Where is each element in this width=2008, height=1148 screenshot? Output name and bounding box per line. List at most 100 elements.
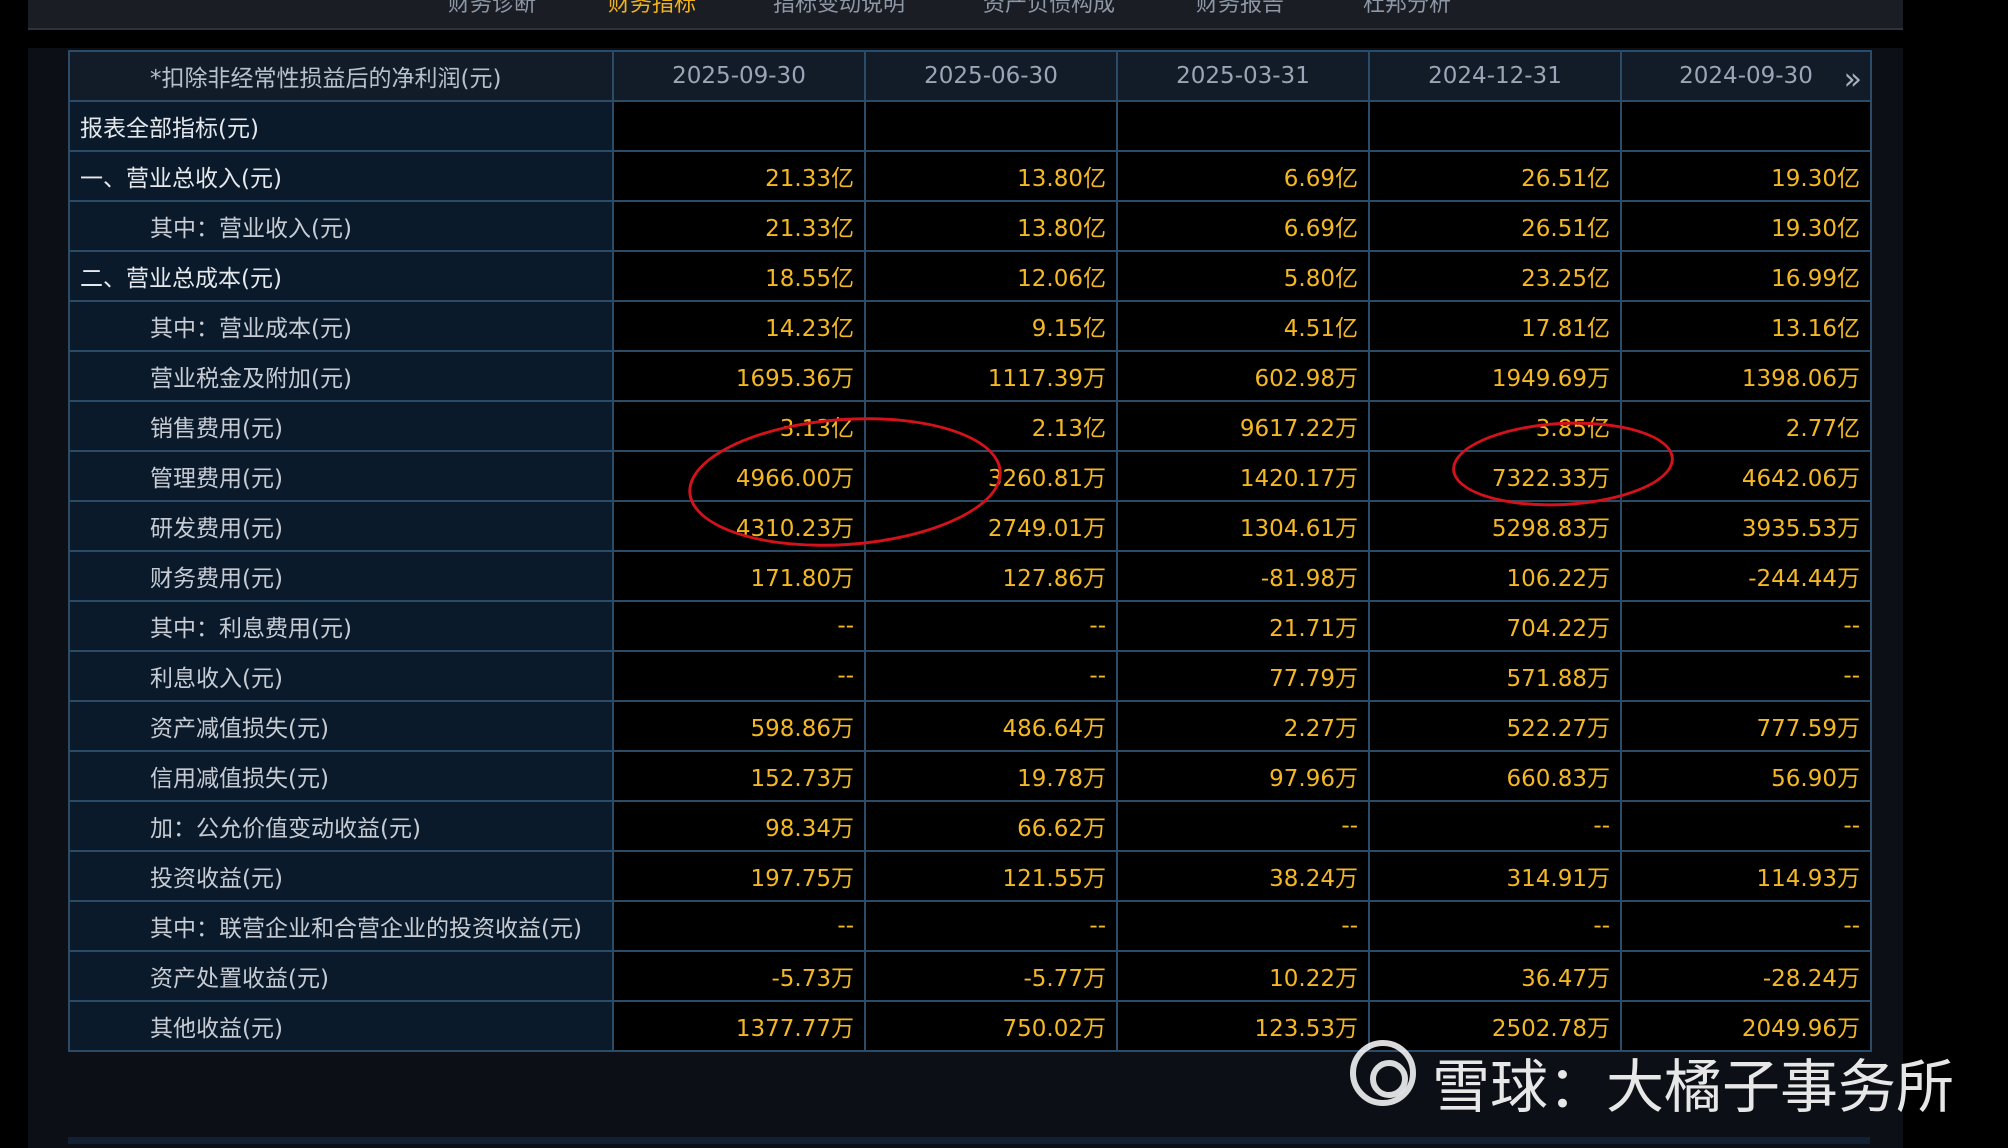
value-cell: 5298.83万 — [1368, 500, 1622, 552]
value-cell: 19.78万 — [864, 750, 1118, 802]
row-label: 其中：利息费用(元) — [68, 600, 614, 652]
period-column-header: 2024-12-31 — [1368, 50, 1622, 102]
value-cell: 1117.39万 — [864, 350, 1118, 402]
period-column-header: 2025-09-30 — [612, 50, 866, 102]
table-row: 一、营业总收入(元) 21.33亿 13.80亿 6.69亿 26.51亿 19.30亿 — [68, 150, 1872, 202]
value-cell: 6.69亿 — [1116, 200, 1370, 252]
value-cell: 750.02万 — [864, 1000, 1118, 1052]
value-cell: 19.30亿 — [1620, 200, 1872, 252]
value-cell: 98.34万 — [612, 800, 866, 852]
value-cell: 197.75万 — [612, 850, 866, 902]
value-cell: 18.55亿 — [612, 250, 866, 302]
tab-financial-indicators[interactable]: 财务指标 — [608, 0, 696, 18]
table-row: 利息收入(元) -- -- 77.79万 571.88万 -- — [68, 650, 1872, 702]
value-cell: 314.91万 — [1368, 850, 1622, 902]
value-cell: -5.73万 — [612, 950, 866, 1002]
row-label: 其中：营业收入(元) — [68, 200, 614, 252]
value-cell: -- — [1620, 900, 1872, 952]
value-cell: 4.51亿 — [1116, 300, 1370, 352]
tab-asset-liability-structure[interactable]: 资产负债构成 — [983, 0, 1115, 18]
value-cell: 12.06亿 — [864, 250, 1118, 302]
value-cell: -28.24万 — [1620, 950, 1872, 1002]
value-cell: 10.22万 — [1116, 950, 1370, 1002]
table-row: 其中：利息费用(元) -- -- 21.71万 704.22万 -- — [68, 600, 1872, 652]
value-cell: 152.73万 — [612, 750, 866, 802]
value-cell: 106.22万 — [1368, 550, 1622, 602]
table-row: 其中：联营企业和合营企业的投资收益(元) -- -- -- -- -- — [68, 900, 1872, 952]
value-cell: 13.80亿 — [864, 200, 1118, 252]
value-cell: 1304.61万 — [1116, 500, 1370, 552]
value-cell — [1116, 100, 1370, 152]
value-cell — [864, 100, 1118, 152]
table-row: 投资收益(元) 197.75万 121.55万 38.24万 314.91万 114.93… — [68, 850, 1872, 902]
value-cell: 36.47万 — [1368, 950, 1622, 1002]
value-cell: 1398.06万 — [1620, 350, 1872, 402]
value-cell: -- — [864, 650, 1118, 702]
value-cell: 1377.77万 — [612, 1000, 866, 1052]
value-cell — [1620, 100, 1872, 152]
table-next-row-edge — [68, 1137, 1870, 1144]
period-column-header-last: 2024-09-30 » — [1620, 50, 1872, 102]
table-header-row: *扣除非经常性损益后的净利润(元) 2025-09-30 2025-06-30 … — [68, 50, 1872, 102]
row-label: 资产减值损失(元) — [68, 700, 614, 752]
table-row: 资产处置收益(元) -5.73万 -5.77万 10.22万 36.47万 -28.24万 — [68, 950, 1872, 1002]
row-label: 投资收益(元) — [68, 850, 614, 902]
value-cell: 14.23亿 — [612, 300, 866, 352]
value-cell: -- — [864, 900, 1118, 952]
value-cell: -- — [1620, 800, 1872, 852]
row-label: 报表全部指标(元) — [68, 100, 614, 152]
row-label: 二、营业总成本(元) — [68, 250, 614, 302]
row-label: 资产处置收益(元) — [68, 950, 614, 1002]
value-cell: 522.27万 — [1368, 700, 1622, 752]
row-label: 信用减值损失(元) — [68, 750, 614, 802]
row-label: 其他收益(元) — [68, 1000, 614, 1052]
value-cell: -- — [612, 600, 866, 652]
value-cell: -- — [612, 900, 866, 952]
tab-indicator-change-notes[interactable]: 指标变动说明 — [773, 0, 905, 18]
value-cell: -- — [1620, 600, 1872, 652]
value-cell: 77.79万 — [1116, 650, 1370, 702]
row-label: 财务费用(元) — [68, 550, 614, 602]
value-cell: 660.83万 — [1368, 750, 1622, 802]
chevron-double-right-icon[interactable]: » — [1844, 62, 1862, 97]
value-cell: 3935.53万 — [1620, 500, 1872, 552]
value-cell: 1695.36万 — [612, 350, 866, 402]
value-cell: 171.80万 — [612, 550, 866, 602]
value-cell: 13.16亿 — [1620, 300, 1872, 352]
value-cell: 1949.69万 — [1368, 350, 1622, 402]
row-label: 营业税金及附加(元) — [68, 350, 614, 402]
value-cell: 777.59万 — [1620, 700, 1872, 752]
value-cell — [612, 100, 866, 152]
value-cell: 6.69亿 — [1116, 150, 1370, 202]
value-cell: -5.77万 — [864, 950, 1118, 1002]
value-cell: 1420.17万 — [1116, 450, 1370, 502]
tab-dupont-analysis[interactable]: 杜邦分析 — [1363, 0, 1451, 18]
value-cell: 56.90万 — [1620, 750, 1872, 802]
value-cell: 38.24万 — [1116, 850, 1370, 902]
value-cell: 21.33亿 — [612, 200, 866, 252]
value-cell: -- — [1368, 800, 1622, 852]
value-cell: 26.51亿 — [1368, 200, 1622, 252]
table-row: 报表全部指标(元) — [68, 100, 1872, 152]
value-cell: 16.99亿 — [1620, 250, 1872, 302]
table-row: 资产减值损失(元) 598.86万 486.64万 2.27万 522.27万 777.5… — [68, 700, 1872, 752]
period-column-header: 2025-03-31 — [1116, 50, 1370, 102]
value-cell: -- — [1620, 650, 1872, 702]
table-row: 加：公允价值变动收益(元) 98.34万 66.62万 -- -- -- — [68, 800, 1872, 852]
row-label: 研发费用(元) — [68, 500, 614, 552]
tab-financial-diagnosis[interactable]: 财务诊断 — [448, 0, 536, 18]
value-cell: -- — [1116, 900, 1370, 952]
value-cell: 571.88万 — [1368, 650, 1622, 702]
value-cell: 704.22万 — [1368, 600, 1622, 652]
table-row: 信用减值损失(元) 152.73万 19.78万 97.96万 660.83万 56.90… — [68, 750, 1872, 802]
value-cell: 2.27万 — [1116, 700, 1370, 752]
row-label: 一、营业总收入(元) — [68, 150, 614, 202]
tab-financial-report[interactable]: 财务报告 — [1196, 0, 1284, 18]
value-cell: 19.30亿 — [1620, 150, 1872, 202]
value-cell: 486.64万 — [864, 700, 1118, 752]
watermark-text: 雪球：大橘子事务所 — [1432, 1053, 1955, 1121]
value-cell: 21.71万 — [1116, 600, 1370, 652]
value-cell: -- — [864, 600, 1118, 652]
value-cell: 121.55万 — [864, 850, 1118, 902]
value-cell: -244.44万 — [1620, 550, 1872, 602]
